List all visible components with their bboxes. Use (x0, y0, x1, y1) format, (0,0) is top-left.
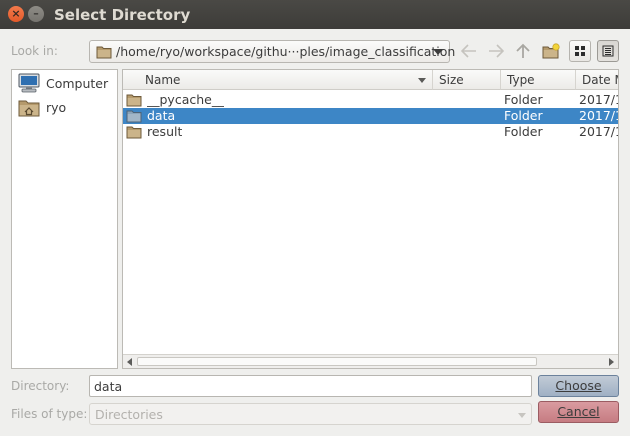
dropdown-arrow-icon (433, 49, 443, 55)
file-type: Folder (504, 92, 543, 107)
detail-view-icon (602, 45, 614, 57)
file-date: 2017/1 (579, 124, 619, 139)
scroll-right-icon[interactable] (609, 358, 614, 366)
computer-icon (18, 73, 40, 93)
column-header-label: Type (507, 73, 535, 87)
column-header-label: Date M (582, 73, 618, 87)
minimize-window-button[interactable]: – (28, 6, 44, 22)
window-title: Select Directory (54, 6, 191, 24)
file-type: Folder (504, 108, 543, 123)
scrollbar-thumb[interactable] (137, 357, 537, 366)
directory-label: Directory: (11, 379, 70, 393)
table-row[interactable]: data Folder 2017/1 (123, 108, 618, 124)
column-header-label: Name (145, 73, 181, 87)
files-of-type-label: Files of type: (11, 407, 88, 421)
dropdown-arrow-icon (518, 413, 526, 418)
horizontal-scrollbar[interactable] (123, 354, 618, 368)
parent-directory-button[interactable] (512, 40, 534, 62)
sidebar-item-label: ryo (46, 99, 67, 115)
forward-button[interactable] (485, 40, 507, 62)
files-of-type-value: Directories (95, 407, 163, 422)
sidebar-item-label: Computer (46, 75, 109, 91)
cancel-button[interactable]: Cancel (538, 401, 619, 423)
file-date: 2017/1 (579, 92, 619, 107)
folder-icon (126, 125, 142, 142)
path-combobox[interactable]: /home/ryo/workspace/githu···ples/image_c… (89, 40, 455, 63)
column-header-label: Size (439, 73, 464, 87)
close-window-button[interactable]: × (8, 6, 24, 22)
look-in-label: Look in: (11, 44, 58, 58)
new-folder-button[interactable] (540, 40, 562, 62)
choose-button[interactable]: Choose (538, 375, 619, 397)
table-row[interactable]: result Folder 2017/1 (123, 124, 618, 140)
file-name: data (147, 108, 176, 123)
list-view-button[interactable] (569, 40, 591, 62)
detail-view-button[interactable] (597, 40, 619, 62)
list-view-icon (575, 46, 585, 56)
column-header-size[interactable]: Size (433, 70, 501, 90)
forward-arrow-icon (489, 44, 504, 58)
file-list[interactable]: Name Size Type Date M __pycache__ Folder… (122, 69, 619, 369)
new-folder-icon (542, 43, 560, 59)
current-path: /home/ryo/workspace/githu···ples/image_c… (116, 44, 456, 59)
file-name: __pycache__ (147, 92, 225, 107)
sidebar-item-computer[interactable]: Computer (18, 72, 108, 94)
back-button[interactable] (458, 40, 480, 62)
table-row[interactable]: __pycache__ Folder 2017/1 (123, 92, 618, 108)
directory-input[interactable] (89, 375, 532, 397)
sidebar-item-ryo[interactable]: ryo (18, 96, 66, 118)
file-date: 2017/1 (579, 108, 619, 123)
column-header-date[interactable]: Date M (576, 70, 618, 90)
column-header-name[interactable]: Name (123, 70, 433, 90)
cancel-button-label: Cancel (557, 404, 600, 419)
sort-descending-icon (418, 78, 426, 83)
title-bar: × – Select Directory (0, 0, 630, 29)
column-header-type[interactable]: Type (501, 70, 576, 90)
home-folder-icon (18, 97, 40, 117)
folder-icon (96, 44, 112, 62)
places-sidebar: Computer ryo (11, 69, 118, 369)
file-name: result (147, 124, 183, 139)
file-type: Folder (504, 124, 543, 139)
choose-button-label: Choose (555, 378, 602, 393)
parent-directory-icon (516, 43, 530, 58)
scroll-left-icon[interactable] (127, 358, 132, 366)
back-arrow-icon (461, 44, 476, 58)
files-of-type-combobox[interactable]: Directories (89, 403, 532, 425)
